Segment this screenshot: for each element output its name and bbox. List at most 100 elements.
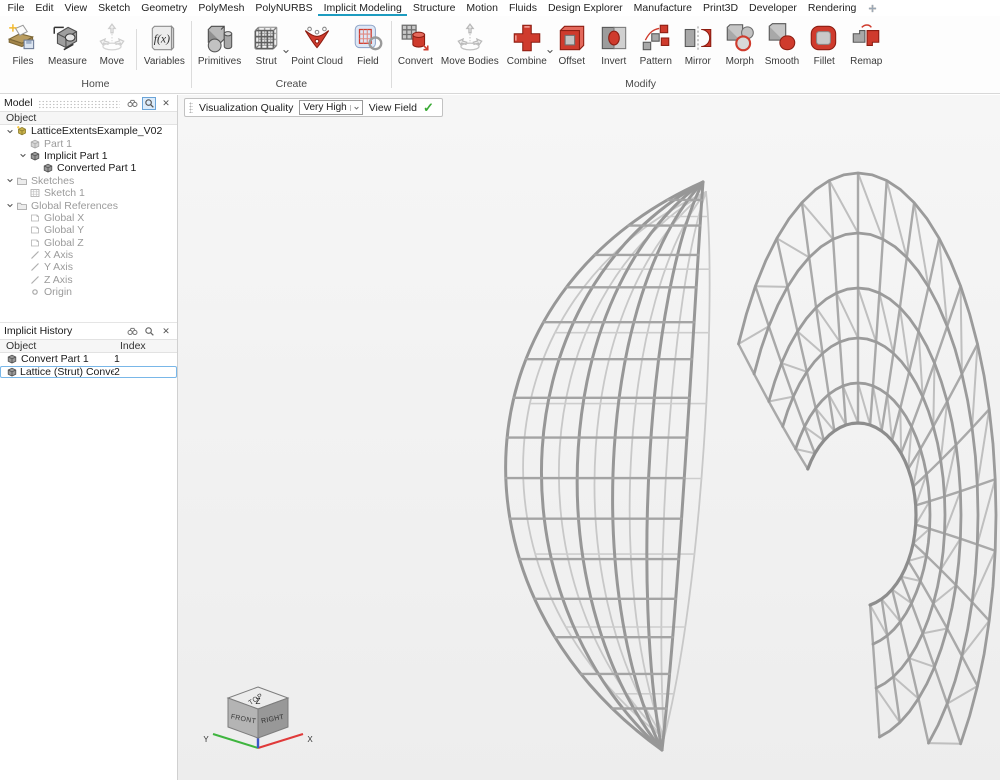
ribbon-group-modify: Convert Move Bodies Combine Offset Invert Pat… — [394, 16, 887, 93]
history-row-convert-part-1[interactable]: Convert Part 11 — [0, 353, 177, 366]
history-panel-header: Implicit History ✕ — [0, 323, 177, 339]
menu-item-print3d[interactable]: Print3D — [698, 0, 744, 16]
menu-item-rendering[interactable]: Rendering — [802, 0, 861, 16]
tree-item-sketches[interactable]: Sketches — [0, 175, 177, 187]
history-row-lattice-strut-converted-p[interactable]: Lattice (Strut) Converted P...2 — [0, 366, 177, 379]
tool-files[interactable]: Files — [2, 21, 44, 67]
close-icon[interactable]: ✕ — [159, 325, 173, 338]
tool-convert[interactable]: Convert — [394, 21, 437, 67]
search-icon[interactable] — [142, 97, 156, 110]
tool-variables[interactable]: f(x)Variables — [140, 21, 189, 67]
caret-down-icon[interactable] — [4, 177, 16, 184]
tool-label: Combine — [507, 56, 547, 67]
search-icon[interactable] — [142, 325, 156, 338]
morph-icon — [723, 21, 757, 55]
tree-item-label: Origin — [44, 286, 72, 298]
tool-label: Convert — [398, 56, 433, 67]
model-panel-header: Model ✕ — [0, 95, 177, 111]
menu-item-polymesh[interactable]: PolyMesh — [193, 0, 250, 16]
tree-item-origin[interactable]: Origin — [0, 286, 177, 298]
tool-primitives[interactable]: Primitives — [194, 21, 245, 67]
fillet-icon — [807, 21, 841, 55]
tool-mirror[interactable]: Mirror — [677, 21, 719, 67]
point-cloud-icon — [300, 21, 334, 55]
tree-item-label: Converted Part 1 — [57, 162, 136, 174]
lattice-model[interactable] — [506, 173, 996, 750]
menu-item-edit[interactable]: Edit — [30, 0, 59, 16]
caret-down-icon[interactable] — [4, 202, 16, 209]
tree-item-implicit-part-1[interactable]: Implicit Part 1 — [0, 150, 177, 162]
menu-item-polynurbs[interactable]: PolyNURBS — [250, 0, 318, 16]
view-cube[interactable]: TOP FRONT RIGHT — [228, 687, 288, 738]
left-panel: Model ✕ Object LatticeExtentsExample_V02… — [0, 95, 178, 780]
menu-item-geometry[interactable]: Geometry — [136, 0, 193, 16]
axis-icon — [29, 274, 42, 286]
menu-overflow-icon[interactable] — [862, 0, 883, 16]
menu-item-fluids[interactable]: Fluids — [503, 0, 542, 16]
tool-fillet[interactable]: Fillet — [803, 21, 845, 67]
mirror-icon — [681, 21, 715, 55]
model-column-header: Object — [0, 111, 177, 125]
tool-invert[interactable]: Invert — [593, 21, 635, 67]
tool-combine[interactable]: Combine — [503, 21, 551, 67]
tree-item-global-z[interactable]: Global Z — [0, 237, 177, 249]
quality-value: Very High — [303, 102, 346, 113]
menu-item-design-explorer[interactable]: Design Explorer — [542, 0, 628, 16]
tree-item-part-1[interactable]: Part 1 — [0, 137, 177, 149]
visualization-quality-label: Visualization Quality — [199, 102, 293, 114]
caret-down-icon[interactable] — [17, 152, 29, 159]
tree-item-x-axis[interactable]: X Axis — [0, 249, 177, 261]
tool-remap[interactable]: Remap — [845, 21, 887, 67]
tool-label: Invert — [601, 56, 626, 67]
find-icon[interactable] — [125, 97, 139, 110]
tree-item-latticeextentsexample-v02[interactable]: LatticeExtentsExample_V02 — [0, 125, 177, 137]
ribbon-separator — [136, 29, 137, 70]
tool-pattern[interactable]: Pattern — [635, 21, 677, 67]
tree-item-y-axis[interactable]: Y Axis — [0, 261, 177, 273]
tool-field[interactable]: Field — [347, 21, 389, 67]
menu-item-developer[interactable]: Developer — [744, 0, 803, 16]
tree-item-global-x[interactable]: Global X — [0, 212, 177, 224]
menu-item-manufacture[interactable]: Manufacture — [628, 0, 697, 16]
combine-icon — [510, 21, 544, 55]
tree-item-z-axis[interactable]: Z Axis — [0, 274, 177, 286]
tool-move[interactable]: Move — [91, 21, 133, 67]
history-column-header: Object Index — [0, 339, 177, 353]
menu-bar: FileEditViewSketchGeometryPolyMeshPolyNU… — [0, 0, 1000, 16]
caret-down-icon[interactable] — [4, 128, 16, 135]
close-icon[interactable]: ✕ — [159, 97, 173, 110]
tree-item-label: Global Y — [44, 224, 84, 236]
y-axis-label: Y — [203, 735, 209, 744]
tool-morph[interactable]: Morph — [719, 21, 761, 67]
tree-item-label: Z Axis — [44, 274, 73, 286]
tree-item-converted-part-1[interactable]: Converted Part 1 — [0, 162, 177, 174]
view-field-label: View Field — [369, 102, 417, 114]
tree-item-global-y[interactable]: Global Y — [0, 224, 177, 236]
visualization-quality-select[interactable]: Very High — [299, 100, 362, 115]
tree-item-sketch-1[interactable]: Sketch 1 — [0, 187, 177, 199]
model-tree: LatticeExtentsExample_V02Part 1Implicit … — [0, 125, 177, 322]
tool-label: Move — [100, 56, 124, 67]
menu-item-implicit-modeling[interactable]: Implicit Modeling — [318, 0, 407, 16]
tool-smooth[interactable]: Smooth — [761, 21, 803, 67]
primitives-icon — [203, 21, 237, 55]
panel-drag-handle[interactable] — [38, 100, 120, 109]
history-index: 1 — [114, 353, 177, 365]
menu-item-sketch[interactable]: Sketch — [93, 0, 136, 16]
confirm-check-icon[interactable]: ✓ — [423, 100, 434, 116]
menu-item-view[interactable]: View — [59, 0, 93, 16]
menu-item-structure[interactable]: Structure — [407, 0, 461, 16]
menu-item-file[interactable]: File — [2, 0, 30, 16]
tool-strut[interactable]: Strut — [245, 21, 287, 67]
tree-item-global-references[interactable]: Global References — [0, 199, 177, 211]
tool-move-bodies[interactable]: Move Bodies — [437, 21, 503, 67]
toolbar-drag-handle[interactable] — [189, 102, 193, 113]
part-icon — [6, 353, 19, 365]
tool-offset[interactable]: Offset — [551, 21, 593, 67]
menu-item-motion[interactable]: Motion — [461, 0, 504, 16]
viewport-canvas[interactable]: Visualization Quality Very High View Fie… — [178, 95, 1000, 780]
tool-measure[interactable]: Measure — [44, 21, 91, 67]
find-icon[interactable] — [125, 325, 139, 338]
tool-point-cloud[interactable]: Point Cloud — [287, 21, 347, 67]
x-axis-line — [258, 734, 303, 748]
